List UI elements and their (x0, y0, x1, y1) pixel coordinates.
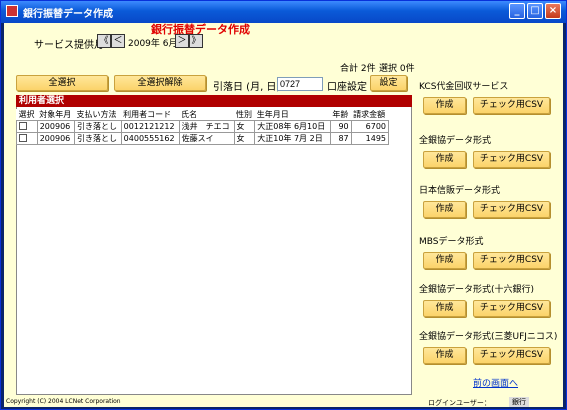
main-content: 銀行振替データ作成 サービス提供月 《 ＜ 2009年 6月 ＞ 》 合計 2件… (4, 23, 563, 407)
export-section-label: 全銀協データ形式(十六銀行) (419, 285, 535, 295)
column-header: 利用者コード (123, 110, 172, 119)
back-link[interactable]: 前の画面へ (473, 376, 518, 389)
app-icon (6, 5, 18, 17)
create-button[interactable]: 作成 (423, 252, 466, 269)
user-table: 選択 対象年月 支払い方法 利用者コード 氏名 性別 生年月日 年齢 請求金額 200906 引き… (16, 109, 390, 145)
maximize-icon: □ (530, 5, 540, 16)
table-cell: 大正08年 6月10日 (254, 120, 331, 133)
column-header: 氏名 (181, 110, 198, 119)
login-user: 銀行 (509, 397, 529, 407)
table-cell: 佐藤スイ (178, 132, 235, 145)
create-button[interactable]: 作成 (423, 300, 466, 317)
check-csv-button[interactable]: チェック用CSV (473, 97, 550, 114)
table-cell: 0400555162 (120, 132, 180, 145)
check-csv-button[interactable]: チェック用CSV (473, 151, 550, 168)
export-section-label: 全銀協データ形式 (419, 136, 492, 146)
total-count: 合計 2件 (340, 64, 376, 74)
table-cell: 1495 (350, 132, 390, 145)
table-cell: 浅井 チエコ (178, 120, 235, 133)
table-cell: 0012121212 (120, 120, 180, 133)
column-header: 請求金額 (353, 110, 386, 119)
table-cell: 女 (233, 132, 256, 145)
column-header: 対象年月 (39, 110, 72, 119)
next-month-button[interactable]: ＞ (175, 34, 189, 48)
minimize-icon: _ (514, 5, 520, 16)
check-csv-button[interactable]: チェック用CSV (473, 201, 550, 218)
deselect-all-button[interactable]: 全選択解除 (114, 75, 206, 91)
prev-year-button[interactable]: 《 (97, 34, 111, 48)
check-csv-button[interactable]: チェック用CSV (473, 347, 550, 364)
close-icon: × (548, 5, 558, 16)
service-month-label: サービス提供月 (34, 40, 104, 51)
withdrawal-date-label: 引落日 (月, 日) (213, 82, 281, 93)
select-all-button[interactable]: 全選択 (16, 75, 108, 91)
select-checkbox[interactable] (19, 133, 27, 142)
table-cell: 200906 (36, 132, 76, 145)
table-cell: 大正10年 7月 2日 (254, 132, 331, 145)
settings-button[interactable]: 設定 (370, 75, 407, 91)
withdrawal-date-input[interactable] (277, 77, 323, 91)
selected-count: 選択 0件 (379, 64, 415, 74)
export-section-label: MBSデータ形式 (419, 237, 484, 247)
select-checkbox-cell[interactable] (16, 120, 38, 133)
table-row[interactable]: 200906 引き落とし 0400555162 佐藤スイ女大正10年 7月 2日 87 1… (16, 132, 390, 145)
table-cell: 引き落とし (74, 120, 122, 133)
table-row[interactable]: 200906 引き落とし 0012121212 浅井 チエコ女大正08年 6月10日 9… (16, 120, 390, 133)
table-cell: 女 (233, 120, 256, 133)
create-button[interactable]: 作成 (423, 151, 466, 168)
create-button[interactable]: 作成 (423, 97, 466, 114)
copyright: Copyright (C) 2004 LCNet Corporation (6, 398, 121, 405)
app-window: 銀行振替データ作成 _ □ × 銀行振替データ作成 サービス提供月 《 ＜ 20… (0, 0, 567, 410)
column-header: 支払い方法 (76, 110, 117, 119)
export-section-label: 全銀協データ形式(三菱UFJニコス) (419, 332, 558, 342)
service-month-value: 2009年 6月 (128, 39, 178, 49)
column-header: 生年月日 (256, 110, 289, 119)
check-csv-button[interactable]: チェック用CSV (473, 252, 550, 269)
select-checkbox[interactable] (19, 121, 27, 130)
export-section-label: 日本信販データ形式 (419, 186, 501, 196)
account-settings-label: 口座設定 (327, 82, 367, 93)
table-cell: 6700 (350, 120, 390, 133)
user-list-header: 利用者選択 (16, 95, 412, 107)
maximize-button[interactable]: □ (527, 3, 543, 19)
title-bar[interactable]: 銀行振替データ作成 _ □ × (1, 1, 566, 23)
next-year-button[interactable]: 》 (189, 34, 203, 48)
create-button[interactable]: 作成 (423, 201, 466, 218)
create-button[interactable]: 作成 (423, 347, 466, 364)
minimize-button[interactable]: _ (509, 3, 525, 19)
select-checkbox-cell[interactable] (16, 132, 38, 145)
column-header: 年齢 (332, 110, 349, 119)
table-cell: 90 (329, 120, 352, 133)
prev-month-button[interactable]: ＜ (111, 34, 125, 48)
login-label: ログインユーザー： (428, 399, 491, 407)
table-cell: 200906 (36, 120, 76, 133)
table-cell: 87 (329, 132, 352, 145)
check-csv-button[interactable]: チェック用CSV (473, 300, 550, 317)
table-header-row: 選択 対象年月 支払い方法 利用者コード 氏名 性別 生年月日 年齢 請求金額 (17, 109, 389, 121)
window-title: 銀行振替データ作成 (23, 9, 113, 20)
export-section-label: KCS代金回収サービス (419, 82, 509, 92)
table-cell: 引き落とし (74, 132, 122, 145)
column-header: 選択 (18, 110, 35, 119)
close-button[interactable]: × (545, 3, 561, 19)
column-header: 性別 (236, 110, 253, 119)
